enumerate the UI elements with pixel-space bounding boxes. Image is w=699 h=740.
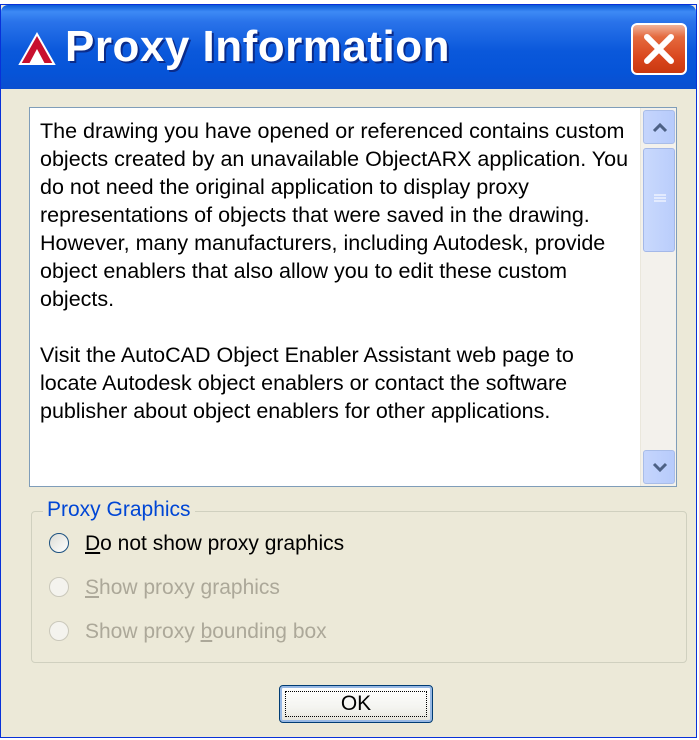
radio-label: Do not show proxy graphics: [85, 532, 345, 555]
radio-button[interactable]: [49, 577, 69, 597]
ok-button-label: OK: [340, 692, 372, 715]
scroll-down-button[interactable]: [643, 450, 675, 484]
chevron-up-icon: [652, 122, 668, 133]
close-icon: [644, 34, 674, 64]
proxy-information-dialog: Proxy Information The drawing you have o…: [0, 4, 697, 738]
message-paragraph-1: The drawing you have opened or reference…: [40, 119, 629, 311]
scroll-up-button[interactable]: [643, 110, 675, 144]
message-text: The drawing you have opened or reference…: [40, 117, 630, 425]
message-paragraph-2: Visit the AutoCAD Object Enabler Assista…: [40, 343, 574, 423]
proxy-graphics-label: Proxy Graphics: [43, 497, 195, 523]
autocad-icon: [18, 31, 56, 65]
dialog-body: The drawing you have opened or reference…: [7, 89, 690, 733]
vertical-scrollbar[interactable]: [640, 108, 676, 486]
ok-button[interactable]: OK: [279, 685, 433, 723]
radio-label: Show proxy bounding box: [85, 620, 327, 643]
title-bar[interactable]: Proxy Information: [1, 5, 696, 89]
chevron-down-icon: [652, 462, 668, 473]
radio-button[interactable]: [49, 533, 69, 553]
radio-button[interactable]: [49, 621, 69, 641]
close-button[interactable]: [631, 23, 687, 75]
message-textbox[interactable]: The drawing you have opened or reference…: [29, 107, 677, 487]
scroll-thumb[interactable]: [643, 148, 675, 252]
grip-icon: [654, 194, 666, 202]
radio-label: Show proxy graphics: [85, 576, 280, 599]
window-title: Proxy Information: [65, 22, 450, 71]
